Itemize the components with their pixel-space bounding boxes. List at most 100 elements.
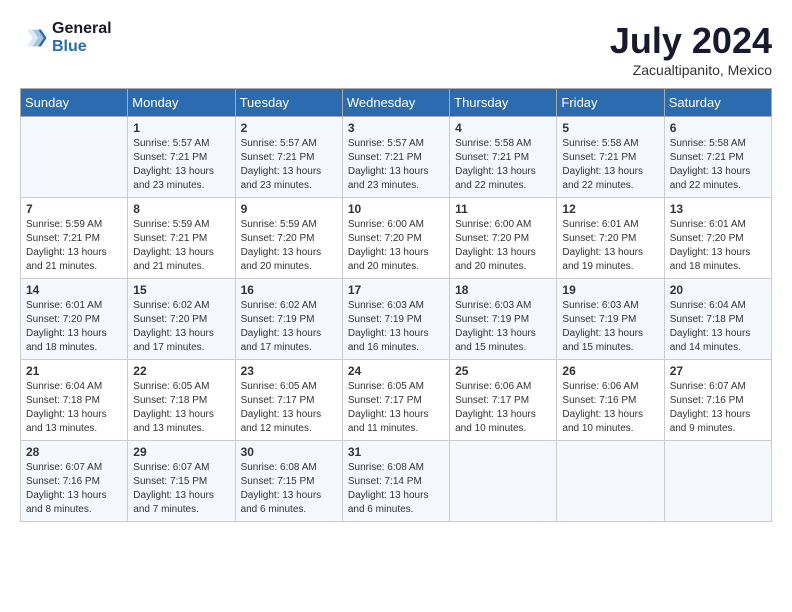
day-cell: 6Sunrise: 5:58 AMSunset: 7:21 PMDaylight… <box>664 117 771 198</box>
day-cell: 28 Sunrise: 6:07 AMSunset: 7:16 PMDayligh… <box>21 441 128 522</box>
day-cell: 1 Sunrise: 5:57 AMSunset: 7:21 PMDaylight… <box>128 117 235 198</box>
weekday-header-monday: Monday <box>128 89 235 117</box>
day-info: Sunrise: 6:05 AMSunset: 7:18 PMDaylight:… <box>133 380 229 436</box>
day-number: 11 <box>455 202 551 216</box>
day-number: 8 <box>133 202 229 216</box>
day-number: 28 <box>26 445 122 459</box>
day-number: 24 <box>348 364 444 378</box>
day-info: Sunrise: 5:57 AMSunset: 7:21 PMDaylight:… <box>133 137 229 193</box>
day-number: 17 <box>348 283 444 297</box>
day-info: Sunrise: 6:03 AMSunset: 7:19 PMDaylight:… <box>348 299 444 355</box>
day-cell: 15 Sunrise: 6:02 AMSunset: 7:20 PMDayligh… <box>128 279 235 360</box>
day-info: Sunrise: 5:58 AMSunset: 7:21 PMDaylight:… <box>562 137 658 193</box>
month-year: July 2024 <box>610 20 772 62</box>
day-number: 4 <box>455 121 551 135</box>
weekday-header-wednesday: Wednesday <box>342 89 449 117</box>
week-row-5: 28 Sunrise: 6:07 AMSunset: 7:16 PMDayligh… <box>21 441 772 522</box>
day-info: Sunrise: 5:57 AMSunset: 7:21 PMDaylight:… <box>241 137 337 193</box>
day-cell: 19Sunrise: 6:03 AMSunset: 7:19 PMDayligh… <box>557 279 664 360</box>
day-number: 16 <box>241 283 337 297</box>
day-number: 7 <box>26 202 122 216</box>
day-info: Sunrise: 6:04 AMSunset: 7:18 PMDaylight:… <box>670 299 766 355</box>
day-cell: 30 Sunrise: 6:08 AMSunset: 7:15 PMDayligh… <box>235 441 342 522</box>
day-number: 9 <box>241 202 337 216</box>
weekday-header-row: SundayMondayTuesdayWednesdayThursdayFrid… <box>21 89 772 117</box>
day-cell: 3 Sunrise: 5:57 AMSunset: 7:21 PMDaylight… <box>342 117 449 198</box>
day-info: Sunrise: 6:06 AMSunset: 7:16 PMDaylight:… <box>562 380 658 436</box>
day-cell: 17 Sunrise: 6:03 AMSunset: 7:19 PMDayligh… <box>342 279 449 360</box>
day-info: Sunrise: 5:57 AMSunset: 7:21 PMDaylight:… <box>348 137 444 193</box>
day-info: Sunrise: 6:02 AMSunset: 7:20 PMDaylight:… <box>133 299 229 355</box>
day-cell: 27Sunrise: 6:07 AMSunset: 7:16 PMDayligh… <box>664 360 771 441</box>
day-cell: 18 Sunrise: 6:03 AMSunset: 7:19 PMDayligh… <box>450 279 557 360</box>
day-info: Sunrise: 6:05 AMSunset: 7:17 PMDaylight:… <box>348 380 444 436</box>
day-number: 30 <box>241 445 337 459</box>
day-cell <box>450 441 557 522</box>
week-row-1: 1 Sunrise: 5:57 AMSunset: 7:21 PMDaylight… <box>21 117 772 198</box>
day-cell: 20 Sunrise: 6:04 AMSunset: 7:18 PMDayligh… <box>664 279 771 360</box>
day-cell <box>664 441 771 522</box>
day-cell: 23 Sunrise: 6:05 AMSunset: 7:17 PMDayligh… <box>235 360 342 441</box>
day-info: Sunrise: 6:00 AMSunset: 7:20 PMDaylight:… <box>348 218 444 274</box>
day-info: Sunrise: 6:03 AMSunset: 7:19 PMDaylight:… <box>455 299 551 355</box>
day-info: Sunrise: 5:59 AMSunset: 7:20 PMDaylight:… <box>241 218 337 274</box>
day-number: 26 <box>562 364 658 378</box>
day-cell: 16 Sunrise: 6:02 AMSunset: 7:19 PMDayligh… <box>235 279 342 360</box>
day-cell <box>557 441 664 522</box>
day-info: Sunrise: 6:07 AMSunset: 7:16 PMDaylight:… <box>26 461 122 517</box>
logo: General Blue <box>20 20 112 55</box>
day-number: 20 <box>670 283 766 297</box>
day-cell: 24 Sunrise: 6:05 AMSunset: 7:17 PMDayligh… <box>342 360 449 441</box>
page-header: General Blue July 2024 Zacualtipanito, M… <box>20 20 772 78</box>
day-info: Sunrise: 6:06 AMSunset: 7:17 PMDaylight:… <box>455 380 551 436</box>
calendar-table: SundayMondayTuesdayWednesdayThursdayFrid… <box>20 88 772 522</box>
day-cell: 29Sunrise: 6:07 AMSunset: 7:15 PMDayligh… <box>128 441 235 522</box>
day-cell: 13Sunrise: 6:01 AMSunset: 7:20 PMDayligh… <box>664 198 771 279</box>
weekday-header-saturday: Saturday <box>664 89 771 117</box>
day-info: Sunrise: 6:04 AMSunset: 7:18 PMDaylight:… <box>26 380 122 436</box>
day-number: 25 <box>455 364 551 378</box>
day-cell: 9 Sunrise: 5:59 AMSunset: 7:20 PMDaylight… <box>235 198 342 279</box>
week-row-4: 21 Sunrise: 6:04 AMSunset: 7:18 PMDayligh… <box>21 360 772 441</box>
day-info: Sunrise: 5:58 AMSunset: 7:21 PMDaylight:… <box>670 137 766 193</box>
day-cell: 11 Sunrise: 6:00 AMSunset: 7:20 PMDayligh… <box>450 198 557 279</box>
day-number: 3 <box>348 121 444 135</box>
day-info: Sunrise: 6:01 AMSunset: 7:20 PMDaylight:… <box>670 218 766 274</box>
day-cell: 26 Sunrise: 6:06 AMSunset: 7:16 PMDayligh… <box>557 360 664 441</box>
day-cell: 21 Sunrise: 6:04 AMSunset: 7:18 PMDayligh… <box>21 360 128 441</box>
weekday-header-tuesday: Tuesday <box>235 89 342 117</box>
day-cell: 2 Sunrise: 5:57 AMSunset: 7:21 PMDaylight… <box>235 117 342 198</box>
day-number: 21 <box>26 364 122 378</box>
weekday-header-friday: Friday <box>557 89 664 117</box>
logo-text: General Blue <box>52 20 112 55</box>
day-cell: 12Sunrise: 6:01 AMSunset: 7:20 PMDayligh… <box>557 198 664 279</box>
day-cell: 5 Sunrise: 5:58 AMSunset: 7:21 PMDaylight… <box>557 117 664 198</box>
day-info: Sunrise: 6:00 AMSunset: 7:20 PMDaylight:… <box>455 218 551 274</box>
weekday-header-sunday: Sunday <box>21 89 128 117</box>
day-number: 10 <box>348 202 444 216</box>
day-number: 2 <box>241 121 337 135</box>
day-cell: 10 Sunrise: 6:00 AMSunset: 7:20 PMDayligh… <box>342 198 449 279</box>
week-row-2: 7Sunrise: 5:59 AMSunset: 7:21 PMDaylight… <box>21 198 772 279</box>
location: Zacualtipanito, Mexico <box>610 62 772 78</box>
day-cell: 25 Sunrise: 6:06 AMSunset: 7:17 PMDayligh… <box>450 360 557 441</box>
day-number: 19 <box>562 283 658 297</box>
day-cell: 22Sunrise: 6:05 AMSunset: 7:18 PMDayligh… <box>128 360 235 441</box>
day-number: 23 <box>241 364 337 378</box>
day-cell <box>21 117 128 198</box>
day-info: Sunrise: 6:05 AMSunset: 7:17 PMDaylight:… <box>241 380 337 436</box>
logo-icon <box>20 24 48 52</box>
day-number: 15 <box>133 283 229 297</box>
day-cell: 31Sunrise: 6:08 AMSunset: 7:14 PMDayligh… <box>342 441 449 522</box>
day-info: Sunrise: 6:02 AMSunset: 7:19 PMDaylight:… <box>241 299 337 355</box>
day-number: 5 <box>562 121 658 135</box>
day-number: 14 <box>26 283 122 297</box>
day-info: Sunrise: 6:01 AMSunset: 7:20 PMDaylight:… <box>562 218 658 274</box>
day-info: Sunrise: 6:08 AMSunset: 7:15 PMDaylight:… <box>241 461 337 517</box>
day-number: 18 <box>455 283 551 297</box>
day-info: Sunrise: 6:01 AMSunset: 7:20 PMDaylight:… <box>26 299 122 355</box>
title-block: July 2024 Zacualtipanito, Mexico <box>610 20 772 78</box>
day-info: Sunrise: 6:07 AMSunset: 7:16 PMDaylight:… <box>670 380 766 436</box>
day-cell: 4Sunrise: 5:58 AMSunset: 7:21 PMDaylight… <box>450 117 557 198</box>
day-number: 1 <box>133 121 229 135</box>
